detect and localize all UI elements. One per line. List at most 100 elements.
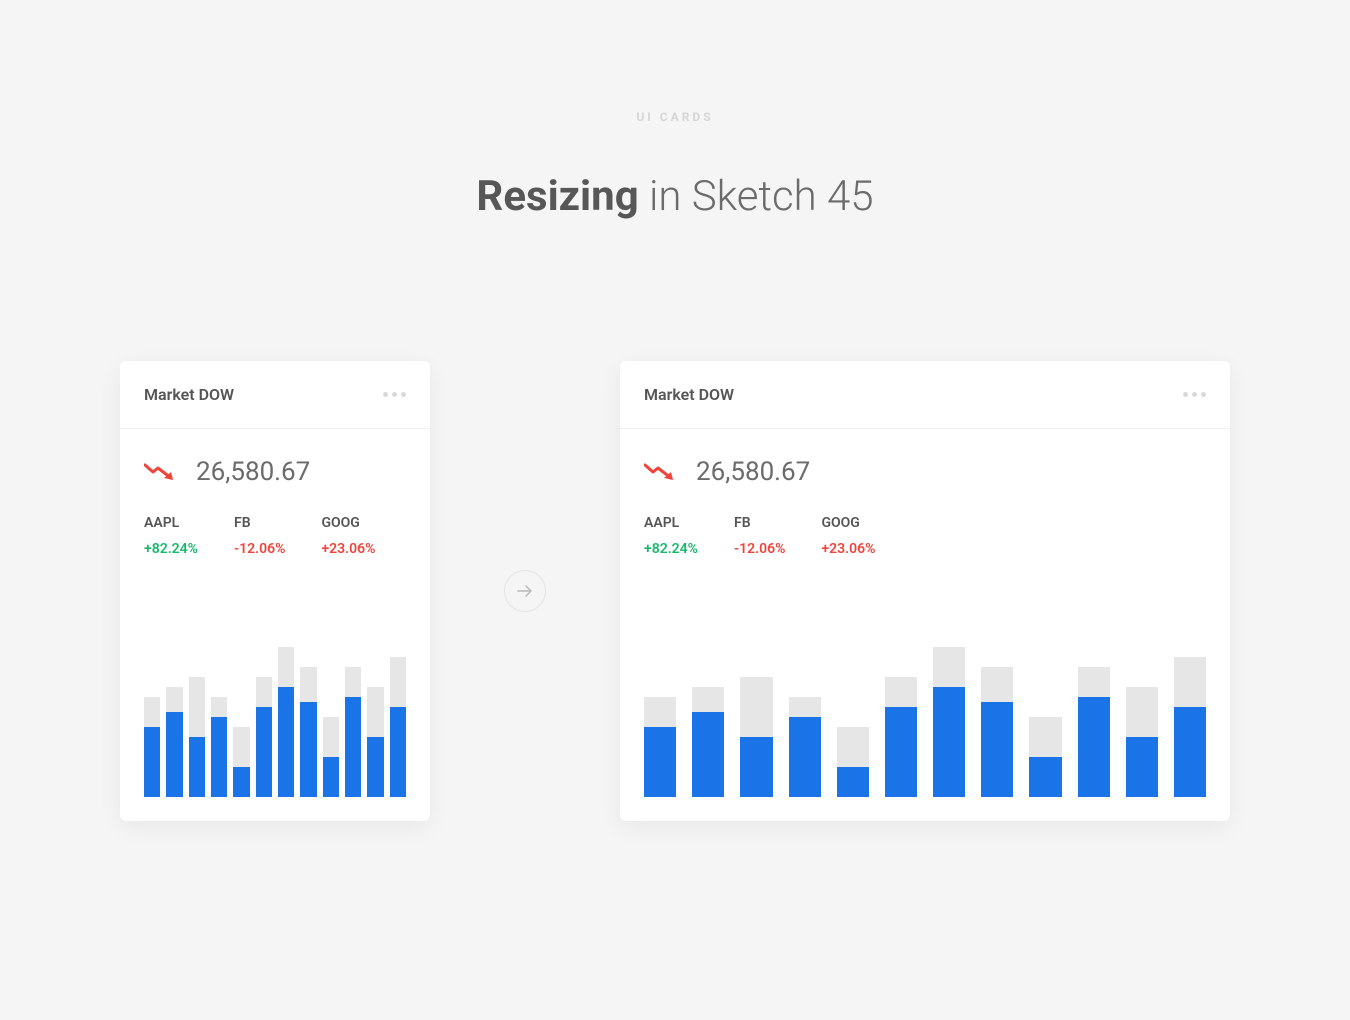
bar-value	[837, 767, 869, 797]
stock-change: -12.06%	[234, 541, 285, 557]
bar-column	[1078, 637, 1110, 797]
bar-column	[644, 637, 676, 797]
bar-background	[981, 667, 1013, 702]
bar-value	[644, 727, 676, 797]
trend-down-icon	[644, 462, 674, 482]
stock-item: AAPL +82.24%	[144, 515, 198, 557]
index-value: 26,580.67	[696, 457, 810, 487]
bar-value	[933, 687, 965, 797]
bar-value	[885, 707, 917, 797]
bar-background	[1174, 657, 1206, 707]
bar-value	[166, 712, 182, 797]
bar-background	[278, 647, 294, 687]
bar-value	[211, 717, 227, 797]
bar-value	[345, 697, 361, 797]
card-header: Market DOW	[120, 361, 430, 429]
bar-background	[166, 687, 182, 712]
bar-column	[189, 637, 205, 797]
market-card-large: Market DOW 26,580.67 AAPL +82.24%	[620, 361, 1230, 821]
bar-value	[1174, 707, 1206, 797]
stock-ticker: AAPL	[644, 515, 698, 531]
stocks-row: AAPL +82.24% FB -12.06% GOOG +23.06%	[644, 515, 1206, 557]
bar-value	[323, 757, 339, 797]
bar-column	[256, 637, 272, 797]
bar-value	[233, 767, 249, 797]
stock-ticker: GOOG	[321, 515, 375, 531]
bar-background	[644, 697, 676, 727]
market-card-small: Market DOW 26,580.67 AAPL +82.24%	[120, 361, 430, 821]
stock-change: +23.06%	[821, 541, 875, 557]
bar-column	[692, 637, 724, 797]
arrow-right-icon	[504, 570, 546, 612]
bar-value	[256, 707, 272, 797]
bar-column	[166, 637, 182, 797]
bar-background	[256, 677, 272, 707]
page-title-rest: in Sketch 45	[639, 172, 874, 221]
bar-background	[885, 677, 917, 707]
card-title: Market DOW	[644, 385, 734, 404]
stock-item: AAPL +82.24%	[644, 515, 698, 557]
stock-change: +23.06%	[321, 541, 375, 557]
bar-background	[323, 717, 339, 757]
bar-chart	[144, 581, 406, 821]
bar-column	[740, 637, 772, 797]
bar-background	[144, 697, 160, 727]
index-row: 26,580.67	[144, 457, 406, 487]
bar-column	[211, 637, 227, 797]
stock-ticker: FB	[734, 515, 785, 531]
bar-background	[345, 667, 361, 697]
bar-background	[692, 687, 724, 712]
index-value: 26,580.67	[196, 457, 310, 487]
stock-change: +82.24%	[644, 541, 698, 557]
stock-ticker: FB	[234, 515, 285, 531]
bar-value	[144, 727, 160, 797]
card-header: Market DOW	[620, 361, 1230, 429]
bar-background	[211, 697, 227, 717]
cards-row: Market DOW 26,580.67 AAPL +82.24%	[0, 361, 1350, 821]
card-body: 26,580.67 AAPL +82.24% FB -12.06% GOOG +…	[120, 429, 430, 821]
stock-ticker: AAPL	[144, 515, 198, 531]
stock-item: GOOG +23.06%	[321, 515, 375, 557]
stock-change: +82.24%	[144, 541, 198, 557]
arrow-between	[430, 570, 620, 612]
bar-column	[390, 637, 406, 797]
bar-column	[367, 637, 383, 797]
bar-background	[789, 697, 821, 717]
bar-value	[740, 737, 772, 797]
bar-value	[390, 707, 406, 797]
more-icon[interactable]	[383, 392, 406, 397]
bar-background	[837, 727, 869, 767]
bar-column	[1174, 637, 1206, 797]
stock-item: GOOG +23.06%	[821, 515, 875, 557]
bar-value	[367, 737, 383, 797]
bar-column	[278, 637, 294, 797]
bar-background	[1078, 667, 1110, 697]
bar-column	[233, 637, 249, 797]
bar-column	[323, 637, 339, 797]
bar-background	[390, 657, 406, 707]
page-title: Resizing in Sketch 45	[476, 172, 873, 221]
card-title: Market DOW	[144, 385, 234, 404]
eyebrow-label: UI CARDS	[636, 110, 713, 124]
bar-column	[144, 637, 160, 797]
bar-value	[1029, 757, 1061, 797]
index-row: 26,580.67	[644, 457, 1206, 487]
bar-background	[189, 677, 205, 737]
card-body: 26,580.67 AAPL +82.24% FB -12.06% GOOG +…	[620, 429, 1230, 821]
bar-chart	[644, 581, 1206, 821]
bar-value	[1078, 697, 1110, 797]
bar-column	[885, 637, 917, 797]
bar-column	[837, 637, 869, 797]
bar-value	[981, 702, 1013, 797]
more-icon[interactable]	[1183, 392, 1206, 397]
bar-background	[233, 727, 249, 767]
stock-ticker: GOOG	[821, 515, 875, 531]
page-title-bold: Resizing	[476, 172, 638, 221]
bar-background	[740, 677, 772, 737]
bar-column	[981, 637, 1013, 797]
bar-background	[367, 687, 383, 737]
bar-column	[789, 637, 821, 797]
bar-value	[278, 687, 294, 797]
bar-background	[300, 667, 316, 702]
stock-item: FB -12.06%	[734, 515, 785, 557]
